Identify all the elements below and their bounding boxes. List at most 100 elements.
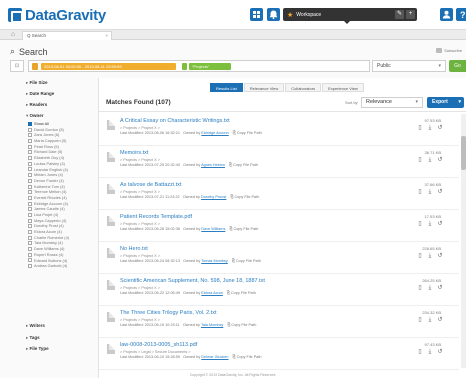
download-icon[interactable]: ⤓ bbox=[427, 157, 433, 163]
checkbox[interactable] bbox=[28, 258, 32, 263]
owner-link[interactable]: Dave Williams bbox=[201, 227, 225, 231]
owner-filter-item[interactable]: Andrea Garbold (4) bbox=[28, 263, 88, 269]
owner-link[interactable]: Eldora Acum bbox=[201, 291, 223, 295]
owner-link[interactable]: Delmar Glucken bbox=[201, 355, 228, 359]
checkbox[interactable] bbox=[28, 218, 32, 223]
download-icon[interactable]: ⤓ bbox=[427, 189, 433, 195]
export-button[interactable]: Export ▾ bbox=[427, 97, 464, 108]
result-title[interactable]: Scientific American Supplement, No. 598,… bbox=[120, 278, 265, 284]
checkbox[interactable] bbox=[28, 156, 32, 161]
result-title[interactable]: As talvose de Battazzi.txt bbox=[120, 182, 181, 188]
facet-file-type[interactable]: File Type bbox=[26, 346, 49, 352]
copy-file-path-link[interactable]: ⎘ Copy File Path bbox=[229, 227, 258, 231]
checkbox[interactable] bbox=[28, 224, 32, 229]
checkbox[interactable] bbox=[28, 161, 32, 166]
result-title[interactable]: A Critical Essay on Characteristic Writi… bbox=[120, 118, 230, 124]
download-icon[interactable]: ⤓ bbox=[427, 253, 433, 259]
download-icon[interactable]: ⤓ bbox=[427, 317, 433, 323]
checkbox[interactable] bbox=[28, 235, 32, 240]
result-title[interactable]: No Hero.txt bbox=[120, 246, 148, 252]
subscribe-link[interactable]: Subscribe bbox=[436, 48, 462, 53]
download-icon[interactable]: ⤓ bbox=[427, 285, 433, 291]
history-icon[interactable]: ↺ bbox=[437, 317, 443, 323]
facet-readers[interactable]: Readers bbox=[26, 102, 48, 108]
preview-icon[interactable]: ▯ bbox=[417, 125, 423, 131]
tab-relevance-view[interactable]: Relevance View bbox=[243, 83, 285, 92]
close-icon[interactable]: × bbox=[105, 32, 108, 40]
results-scrollbar[interactable] bbox=[461, 114, 466, 368]
preview-icon[interactable]: ▯ bbox=[417, 285, 423, 291]
preview-icon[interactable]: ▯ bbox=[417, 189, 423, 195]
facet-tags[interactable]: Tags bbox=[26, 335, 40, 341]
history-icon[interactable]: ↺ bbox=[437, 189, 443, 195]
tab-results-list[interactable]: Results List bbox=[210, 83, 243, 92]
preview-icon[interactable]: ▯ bbox=[417, 349, 423, 355]
checkbox[interactable] bbox=[28, 133, 32, 138]
date-filter-tag[interactable]: 2013-06-01 00:00:00 - 2013-08-11 23:59:5… bbox=[41, 63, 176, 70]
history-icon[interactable]: ↺ bbox=[437, 157, 443, 163]
result-title[interactable]: Memoirs.txt bbox=[120, 150, 148, 156]
help-button[interactable]: ? bbox=[456, 8, 466, 21]
tab-collaborators[interactable]: Collaborators bbox=[285, 83, 322, 92]
download-icon[interactable]: ⤓ bbox=[427, 349, 433, 355]
checkbox[interactable] bbox=[28, 127, 32, 132]
add-icon[interactable]: + bbox=[406, 10, 415, 19]
history-icon[interactable]: ↺ bbox=[437, 221, 443, 227]
result-title[interactable]: law-0008-2013-0005_sh113.pdf bbox=[120, 342, 197, 348]
preview-icon[interactable]: ▯ bbox=[417, 221, 423, 227]
history-icon[interactable]: ↺ bbox=[437, 253, 443, 259]
preview-icon[interactable]: ▯ bbox=[417, 157, 423, 163]
checkbox[interactable] bbox=[28, 121, 32, 126]
scrollbar-thumb[interactable] bbox=[461, 136, 466, 170]
history-icon[interactable]: ↺ bbox=[437, 349, 443, 355]
checkbox[interactable] bbox=[28, 207, 32, 212]
copy-file-path-link[interactable]: ⎘ Copy File Path bbox=[230, 195, 259, 199]
copy-file-path-link[interactable]: ⎘ Copy File Path bbox=[232, 259, 261, 263]
user-button[interactable] bbox=[440, 8, 453, 21]
owner-link[interactable]: Tala Mombsy bbox=[201, 323, 223, 327]
checkbox[interactable] bbox=[28, 241, 32, 246]
grid-menu-button[interactable] bbox=[250, 8, 263, 21]
checkbox[interactable] bbox=[28, 167, 32, 172]
owner-link[interactable]: Tomas Mombsy bbox=[201, 259, 228, 263]
history-icon[interactable]: ↺ bbox=[437, 285, 443, 291]
copy-file-path-link[interactable]: ⎘ Copy File Path bbox=[229, 163, 258, 167]
checkbox[interactable] bbox=[28, 201, 32, 206]
owner-link[interactable]: Eldridge Acconn bbox=[201, 131, 228, 135]
preview-icon[interactable]: ▯ bbox=[417, 317, 423, 323]
checkbox[interactable] bbox=[28, 178, 32, 183]
result-title[interactable]: Patient Records Template.pdf bbox=[120, 214, 192, 220]
checkbox[interactable] bbox=[28, 230, 32, 235]
checkbox[interactable] bbox=[28, 212, 32, 217]
sort-select[interactable]: Relevance ▾ bbox=[361, 97, 423, 108]
notifications-button[interactable] bbox=[267, 8, 280, 21]
copy-file-path-link[interactable]: ⎘ Copy File Path bbox=[227, 323, 256, 327]
visibility-select[interactable]: Public ▾ bbox=[372, 60, 446, 72]
facet-file-size[interactable]: File Size bbox=[26, 80, 48, 86]
copy-file-path-link[interactable]: ⎘ Copy File Path bbox=[227, 291, 256, 295]
checkbox[interactable] bbox=[28, 139, 32, 144]
checkbox[interactable] bbox=[28, 173, 32, 178]
download-icon[interactable]: ⤓ bbox=[427, 125, 433, 131]
keyword-filter-tag[interactable]: "Projects" bbox=[189, 63, 231, 70]
download-icon[interactable]: ⤓ bbox=[427, 221, 433, 227]
facet-owner[interactable]: Owner bbox=[26, 113, 44, 119]
checkbox[interactable] bbox=[28, 264, 32, 269]
copy-file-path-link[interactable]: ⎘ Copy File Path bbox=[233, 131, 262, 135]
preview-icon[interactable]: ▯ bbox=[417, 253, 423, 259]
checkbox[interactable] bbox=[28, 144, 32, 149]
owner-link[interactable]: Dorothy Proust bbox=[201, 195, 226, 199]
history-icon[interactable]: ↺ bbox=[437, 125, 443, 131]
checkbox[interactable] bbox=[28, 150, 32, 155]
go-button[interactable]: Go bbox=[449, 60, 466, 72]
home-icon[interactable]: ⌂ bbox=[8, 31, 18, 39]
checkbox[interactable] bbox=[28, 252, 32, 257]
checkbox[interactable] bbox=[28, 190, 32, 195]
checkbox[interactable] bbox=[28, 247, 32, 252]
facet-writers[interactable]: Writers bbox=[26, 323, 45, 329]
facet-date-range[interactable]: Date Range bbox=[26, 91, 55, 97]
checkbox[interactable] bbox=[28, 184, 32, 189]
tab-search[interactable]: Q Search × bbox=[22, 31, 112, 40]
owner-link[interactable]: Agnes Heston bbox=[201, 163, 225, 167]
tab-experience-view[interactable]: Experience View bbox=[322, 83, 364, 92]
